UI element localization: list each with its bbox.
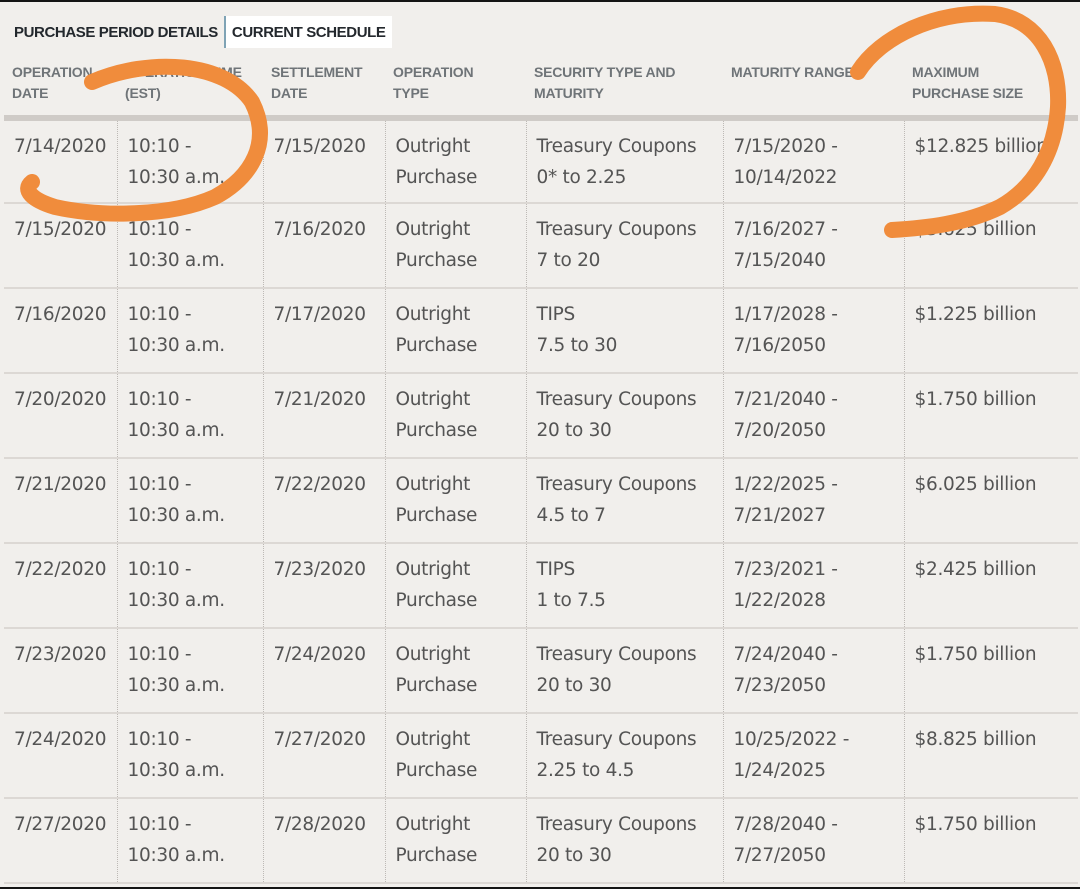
cell-operation-time: 10:10 - 10:30 a.m. <box>117 798 264 884</box>
header-operation-type: OPERATION TYPE <box>385 52 526 121</box>
cell-maturity-range: 7/15/2020 - 10/14/2022 <box>723 117 905 204</box>
cell-operation-time: 10:10 - 10:30 a.m. <box>117 117 264 204</box>
cell-maturity-range: 10/25/2022 - 1/24/2025 <box>723 713 905 799</box>
cell-operation-time: 10:10 - 10:30 a.m. <box>117 373 264 459</box>
cell-security-type: Treasury Coupons 2.25 to 4.5 <box>526 713 724 799</box>
cell-operation-type: Outright Purchase <box>385 798 527 884</box>
header-settlement-date: SETTLEMENT DATE <box>263 52 385 121</box>
cell-settlement-date: 7/24/2020 <box>263 628 386 714</box>
cell-operation-date: 7/15/2020 <box>4 203 118 289</box>
table-row: 7/27/2020 10:10 - 10:30 a.m. 7/28/2020 Outr… <box>4 798 1078 884</box>
table-row: 7/16/2020 10:10 - 10:30 a.m. 7/17/2020 Outr… <box>4 288 1078 374</box>
cell-operation-time: 10:10 - 10:30 a.m. <box>117 203 264 289</box>
cell-operation-type: Outright Purchase <box>385 203 527 289</box>
cell-settlement-date: 7/21/2020 <box>263 373 386 459</box>
table-row: 7/20/2020 10:10 - 10:30 a.m. 7/21/2020 Outr… <box>4 373 1078 459</box>
tab-bar: PURCHASE PERIOD DETAILS CURRENT SCHEDULE <box>8 16 392 48</box>
cell-max-purchase-size: $12.825 billion <box>904 117 1078 204</box>
cell-max-purchase-size: $2.425 billion <box>904 543 1078 629</box>
cell-security-type: TIPS 7.5 to 30 <box>526 288 724 374</box>
cell-settlement-date: 7/15/2020 <box>263 117 386 204</box>
cell-settlement-date: 7/27/2020 <box>263 713 386 799</box>
cell-max-purchase-size: $8.825 billion <box>904 713 1078 799</box>
cell-security-type: TIPS 1 to 7.5 <box>526 543 724 629</box>
cell-security-type: Treasury Coupons 7 to 20 <box>526 203 724 289</box>
table-row: 7/21/2020 10:10 - 10:30 a.m. 7/22/2020 Outr… <box>4 458 1078 544</box>
cell-security-type: Treasury Coupons 20 to 30 <box>526 373 724 459</box>
header-max-purchase-size: MAXIMUM PURCHASE SIZE <box>904 52 1078 121</box>
cell-settlement-date: 7/16/2020 <box>263 203 386 289</box>
cell-operation-time: 10:10 - 10:30 a.m. <box>117 543 264 629</box>
cell-operation-date: 7/23/2020 <box>4 628 118 714</box>
cell-operation-date: 7/20/2020 <box>4 373 118 459</box>
cell-maturity-range: 7/28/2040 - 7/27/2050 <box>723 798 905 884</box>
cell-maturity-range: 7/23/2021 - 1/22/2028 <box>723 543 905 629</box>
cell-max-purchase-size: $6.025 billion <box>904 458 1078 544</box>
header-maturity-range: MATURITY RANGE <box>723 52 904 121</box>
header-row: OPERATION DATE OPERATION TIME (EST) SETT… <box>4 52 1078 121</box>
cell-maturity-range: 1/22/2025 - 7/21/2027 <box>723 458 905 544</box>
table-row: 7/15/2020 10:10 - 10:30 a.m. 7/16/2020 Outr… <box>4 203 1078 289</box>
cell-settlement-date: 7/23/2020 <box>263 543 386 629</box>
cell-operation-time: 10:10 - 10:30 a.m. <box>117 288 264 374</box>
cell-maturity-range: 7/21/2040 - 7/20/2050 <box>723 373 905 459</box>
tab-purchase-period-details[interactable]: PURCHASE PERIOD DETAILS <box>8 16 226 48</box>
cell-max-purchase-size: $1.750 billion <box>904 798 1078 884</box>
table-row: 7/23/2020 10:10 - 10:30 a.m. 7/24/2020 Outr… <box>4 628 1078 714</box>
cell-security-type: Treasury Coupons 20 to 30 <box>526 628 724 714</box>
header-operation-time: OPERATION TIME (EST) <box>117 52 263 121</box>
cell-security-type: Treasury Coupons 20 to 30 <box>526 798 724 884</box>
screen: PURCHASE PERIOD DETAILS CURRENT SCHEDULE… <box>0 2 1080 887</box>
cell-maturity-range: 7/16/2027 - 7/15/2040 <box>723 203 905 289</box>
table-row: 7/14/2020 10:10 - 10:30 a.m. 7/15/2020 Outr… <box>4 117 1078 204</box>
cell-settlement-date: 7/22/2020 <box>263 458 386 544</box>
cell-operation-date: 7/21/2020 <box>4 458 118 544</box>
cell-max-purchase-size: $1.750 billion <box>904 373 1078 459</box>
cell-max-purchase-size: $3.625 billion <box>904 203 1078 289</box>
cell-operation-type: Outright Purchase <box>385 288 527 374</box>
cell-operation-date: 7/16/2020 <box>4 288 118 374</box>
header-operation-date: OPERATION DATE <box>4 52 117 121</box>
cell-security-type: Treasury Coupons 4.5 to 7 <box>526 458 724 544</box>
cell-operation-type: Outright Purchase <box>385 713 527 799</box>
cell-operation-type: Outright Purchase <box>385 117 527 204</box>
cell-operation-time: 10:10 - 10:30 a.m. <box>117 628 264 714</box>
cell-maturity-range: 1/17/2028 - 7/16/2050 <box>723 288 905 374</box>
tab-current-schedule[interactable]: CURRENT SCHEDULE <box>225 16 392 48</box>
cell-operation-time: 10:10 - 10:30 a.m. <box>117 713 264 799</box>
cell-operation-type: Outright Purchase <box>385 373 527 459</box>
cell-operation-date: 7/22/2020 <box>4 543 118 629</box>
cell-operation-date: 7/24/2020 <box>4 713 118 799</box>
header-security-type: SECURITY TYPE AND MATURITY <box>526 52 723 121</box>
cell-max-purchase-size: $1.225 billion <box>904 288 1078 374</box>
cell-operation-time: 10:10 - 10:30 a.m. <box>117 458 264 544</box>
cell-maturity-range: 7/24/2040 - 7/23/2050 <box>723 628 905 714</box>
cell-settlement-date: 7/28/2020 <box>263 798 386 884</box>
cell-operation-type: Outright Purchase <box>385 458 527 544</box>
schedule-table: OPERATION DATE OPERATION TIME (EST) SETT… <box>4 52 1078 884</box>
table-row: 7/22/2020 10:10 - 10:30 a.m. 7/23/2020 Outr… <box>4 543 1078 629</box>
cell-operation-date: 7/27/2020 <box>4 798 118 884</box>
cell-operation-type: Outright Purchase <box>385 628 527 714</box>
table-row: 7/24/2020 10:10 - 10:30 a.m. 7/27/2020 Outr… <box>4 713 1078 799</box>
cell-operation-type: Outright Purchase <box>385 543 527 629</box>
cell-operation-date: 7/14/2020 <box>4 117 118 204</box>
cell-security-type: Treasury Coupons 0* to 2.25 <box>526 117 724 204</box>
cell-max-purchase-size: $1.750 billion <box>904 628 1078 714</box>
cell-settlement-date: 7/17/2020 <box>263 288 386 374</box>
